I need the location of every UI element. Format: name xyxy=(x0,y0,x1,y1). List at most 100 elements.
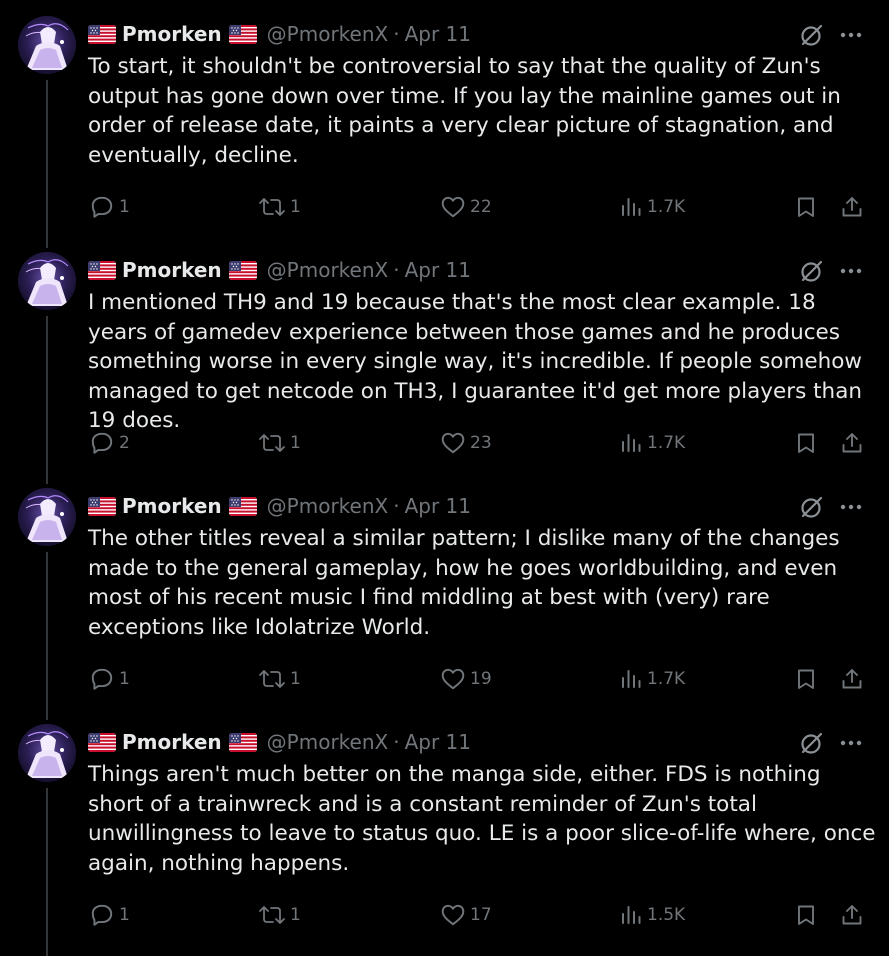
share-button[interactable] xyxy=(840,428,864,458)
grok-icon[interactable] xyxy=(799,494,825,520)
display-name[interactable]: Pmorken xyxy=(122,494,222,518)
tweet[interactable]: Pmorken xyxy=(0,708,889,956)
reply-button[interactable]: 1 xyxy=(89,192,130,222)
user-handle[interactable]: @PmorkenX xyxy=(267,22,389,46)
thread-line xyxy=(46,80,48,248)
bookmark-button[interactable] xyxy=(794,900,818,930)
views-button[interactable]: 1.5K xyxy=(619,900,685,930)
repost-button[interactable]: 1 xyxy=(258,428,301,458)
like-count: 19 xyxy=(470,669,492,689)
view-count: 1.7K xyxy=(647,669,686,689)
like-button[interactable]: 17 xyxy=(440,900,492,930)
tweet-text: To start, it shouldn't be controversial … xyxy=(88,54,841,168)
separator-dot: · xyxy=(393,494,400,518)
display-name[interactable]: Pmorken xyxy=(122,258,222,282)
repost-button[interactable]: 1 xyxy=(258,900,301,930)
separator-dot: · xyxy=(393,22,400,46)
bookmark-icon xyxy=(794,666,818,692)
repost-icon xyxy=(258,902,286,928)
more-options-icon[interactable] xyxy=(839,739,863,747)
post-date[interactable]: Apr 11 xyxy=(405,258,471,282)
views-button[interactable]: 1.7K xyxy=(619,664,685,694)
view-count: 1.7K xyxy=(647,433,686,453)
bookmark-icon xyxy=(794,194,818,220)
post-date[interactable]: Apr 11 xyxy=(405,730,471,754)
views-button[interactable]: 1.7K xyxy=(619,428,685,458)
share-button[interactable] xyxy=(840,192,864,222)
repost-count: 1 xyxy=(290,669,301,689)
avatar[interactable] xyxy=(18,724,76,782)
view-count: 1.5K xyxy=(647,905,686,925)
avatar-column xyxy=(16,472,76,720)
reply-icon xyxy=(89,902,115,928)
reply-button[interactable]: 2 xyxy=(89,428,130,458)
reply-button[interactable]: 1 xyxy=(89,664,130,694)
us-flag-icon xyxy=(88,732,116,752)
avatar[interactable] xyxy=(18,252,76,310)
repost-button[interactable]: 1 xyxy=(258,192,301,222)
tweet-text: The other titles reveal a similar patter… xyxy=(88,526,840,640)
display-name[interactable]: Pmorken xyxy=(122,730,222,754)
us-flag-icon xyxy=(228,24,257,44)
us-flag-icon xyxy=(228,260,257,280)
repost-button[interactable]: 1 xyxy=(258,664,301,694)
more-options-icon[interactable] xyxy=(839,31,863,39)
user-handle[interactable]: @PmorkenX xyxy=(267,730,389,754)
reply-count: 1 xyxy=(119,669,130,689)
user-handle[interactable]: @PmorkenX xyxy=(267,258,389,282)
like-button[interactable]: 19 xyxy=(440,664,492,694)
reply-button[interactable]: 1 xyxy=(89,900,130,930)
heart-icon xyxy=(440,902,466,928)
header-icons xyxy=(799,494,863,520)
bookmark-button[interactable] xyxy=(794,428,818,458)
more-options-icon[interactable] xyxy=(839,267,863,275)
more-options-icon[interactable] xyxy=(839,503,863,511)
share-button[interactable] xyxy=(840,664,864,694)
heart-icon xyxy=(440,430,466,456)
reply-icon xyxy=(89,430,115,456)
reply-count: 1 xyxy=(119,905,130,925)
reply-icon xyxy=(89,194,115,220)
grok-icon[interactable] xyxy=(799,22,825,48)
analytics-icon xyxy=(619,430,643,456)
thread-line xyxy=(46,788,48,956)
tweet-actions: 1 1 xyxy=(88,900,873,930)
display-name[interactable]: Pmorken xyxy=(122,22,222,46)
grok-icon[interactable] xyxy=(799,730,825,756)
tweet-thread: Pmorken @PmorkenX · Apr 11 To start, it … xyxy=(0,0,889,956)
tweet-text: I mentioned TH9 and 19 because that's th… xyxy=(88,290,862,433)
bookmark-icon xyxy=(794,430,818,456)
tweet-actions: 1 1 xyxy=(88,664,873,694)
post-date[interactable]: Apr 11 xyxy=(405,494,471,518)
like-button[interactable]: 23 xyxy=(440,428,492,458)
bookmark-button[interactable] xyxy=(794,192,818,222)
tweet-content: Pmorken xyxy=(88,20,873,218)
tweet-content: Pmorken xyxy=(88,492,873,690)
tweet[interactable]: Pmorken xyxy=(0,236,889,484)
tweet-content: Pmorken xyxy=(88,256,873,454)
views-button[interactable]: 1.7K xyxy=(619,192,685,222)
like-count: 23 xyxy=(470,433,492,453)
tweet-header: Pmorken @PmorkenX · Apr 11 xyxy=(88,728,873,756)
heart-icon xyxy=(440,194,466,220)
tweet-header: Pmorken @PmorkenX · Apr 11 xyxy=(88,20,873,48)
user-handle[interactable]: @PmorkenX xyxy=(267,494,389,518)
reply-icon xyxy=(89,666,115,692)
avatar[interactable] xyxy=(18,16,76,74)
like-count: 17 xyxy=(470,905,492,925)
tweet[interactable]: Pmorken xyxy=(0,472,889,720)
like-button[interactable]: 22 xyxy=(440,192,492,222)
tweet[interactable]: Pmorken xyxy=(0,0,889,248)
share-icon xyxy=(840,902,864,928)
post-date[interactable]: Apr 11 xyxy=(405,22,471,46)
tweet-content: Pmorken xyxy=(88,728,876,926)
grok-icon[interactable] xyxy=(799,258,825,284)
tweet-text: Things aren't much better on the manga s… xyxy=(88,762,876,876)
avatar[interactable] xyxy=(18,488,76,546)
bookmark-button[interactable] xyxy=(794,664,818,694)
tweet-actions: 2 1 23 1.7K xyxy=(88,428,873,458)
header-icons xyxy=(799,22,863,48)
share-button[interactable] xyxy=(840,900,864,930)
view-count: 1.7K xyxy=(647,197,686,217)
like-count: 22 xyxy=(470,197,492,217)
